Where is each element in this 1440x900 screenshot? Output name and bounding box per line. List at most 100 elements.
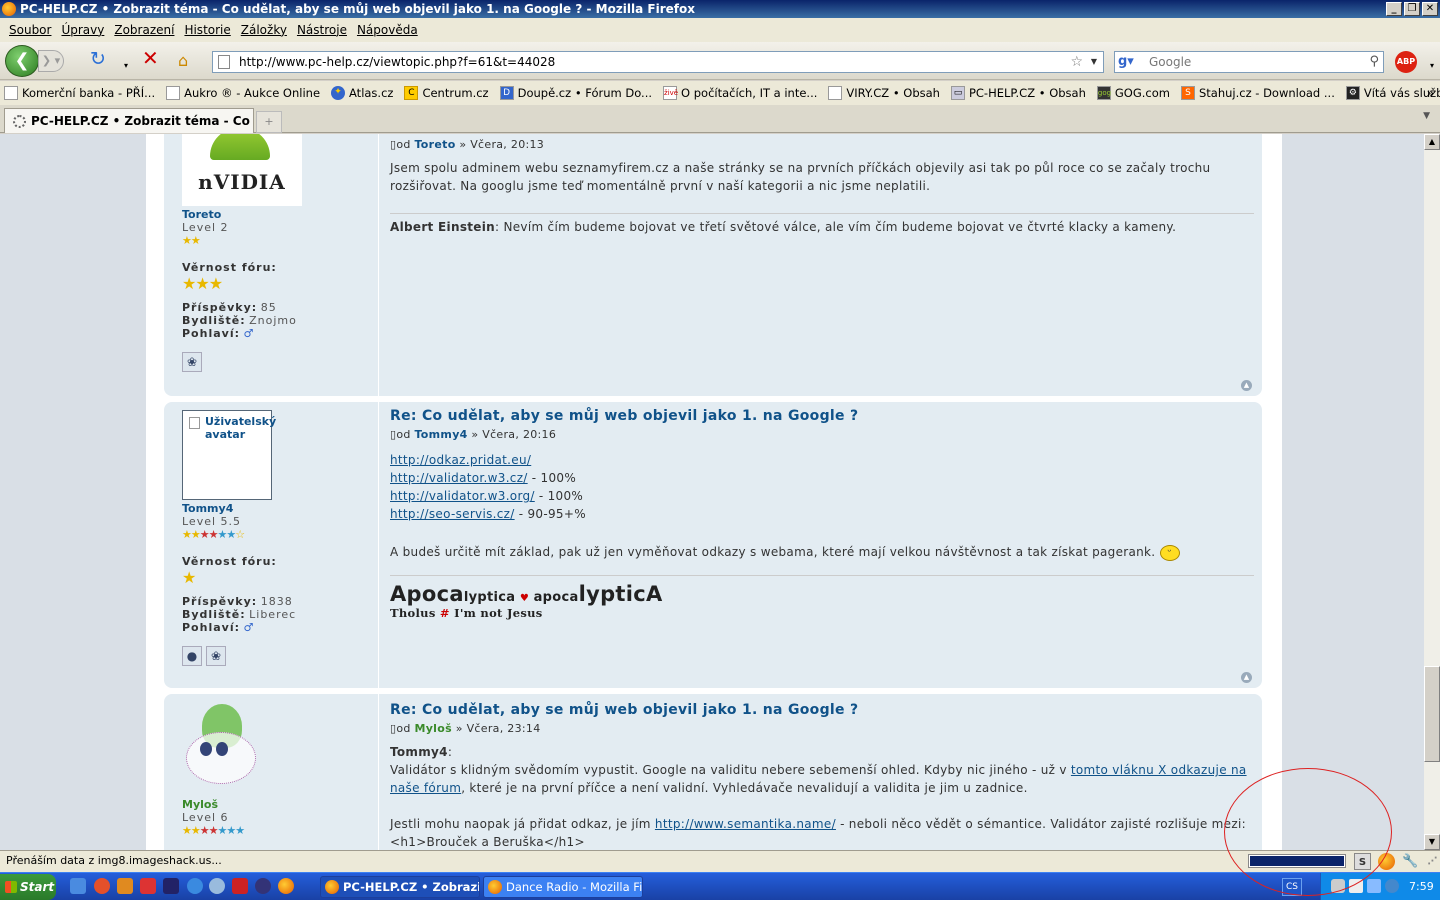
user-level: Level 5.5 xyxy=(182,515,242,528)
icq-icon[interactable]: ❀ xyxy=(206,646,226,666)
adblock-plus-button[interactable]: ABP xyxy=(1395,51,1417,73)
post-author-link[interactable]: Myloš xyxy=(414,722,452,735)
website-icon[interactable]: ● xyxy=(182,646,202,666)
maximize-button[interactable]: ❐ xyxy=(1404,2,1420,16)
google-icon[interactable]: g▾ xyxy=(1118,54,1134,70)
firefox-quicklaunch-icon[interactable] xyxy=(278,878,294,894)
internet-explorer-icon[interactable] xyxy=(187,878,203,894)
post-meta: ▯od Tommy4 » Včera, 20:16 xyxy=(390,428,557,441)
task-dance-radio[interactable]: Dance Radio - Mozilla Fir... xyxy=(483,876,643,898)
bookmark-zive[interactable]: živě O počítačích, IT a inte... xyxy=(663,86,817,100)
show-desktop-icon[interactable] xyxy=(70,878,86,894)
network-icon[interactable] xyxy=(1367,879,1381,893)
link-validator-w3-cz[interactable]: http://validator.w3.cz/ xyxy=(390,471,528,485)
back-to-top-icon[interactable]: ▲ xyxy=(1241,672,1252,683)
bookmark-atlas[interactable]: ✦ Atlas.cz xyxy=(331,86,393,100)
male-icon: ♂ xyxy=(243,621,254,634)
post-toreto: nVIDIA Toreto Level 2 ★★ Věrnost fóru: ★… xyxy=(164,134,1262,396)
menu-bar: Soubor Úpravy Zobrazení Historie Záložky… xyxy=(0,18,1440,42)
rank-stars-icon: ★★★★★★☆ xyxy=(182,528,245,541)
post-title[interactable]: Re: Co udělat, aby se můj web objevil ja… xyxy=(390,408,1254,424)
scroll-down-arrow-icon[interactable]: ▼ xyxy=(1424,834,1440,850)
firefox-icon xyxy=(2,2,16,16)
forward-button[interactable]: ❯ ▾ xyxy=(38,50,64,72)
back-button[interactable]: ❮ xyxy=(5,45,39,77)
post-author-link[interactable]: Tommy4 xyxy=(414,428,467,441)
avatar xyxy=(182,704,262,794)
menu-upravy[interactable]: Úpravy xyxy=(56,23,109,37)
minimize-button[interactable]: _ xyxy=(1386,2,1402,16)
menu-soubor[interactable]: Soubor xyxy=(4,23,56,37)
post-author-link[interactable]: Toreto xyxy=(414,138,455,151)
bookmark-gog[interactable]: gog GOG.com xyxy=(1096,86,1170,100)
link-seo-servis[interactable]: http://seo-servis.cz/ xyxy=(390,507,515,521)
bookmark-pc-help[interactable]: ▭ PC-HELP.CZ • Obsah xyxy=(950,86,1086,100)
clock[interactable]: 7:59 xyxy=(1409,873,1434,900)
menu-napoveda[interactable]: Nápověda xyxy=(352,23,423,37)
app-icon[interactable] xyxy=(255,878,271,894)
computer-icon: ▭ xyxy=(950,86,965,100)
menu-nastroje[interactable]: Nástroje xyxy=(292,23,352,37)
search-box[interactable]: g▾ Google ⚲ xyxy=(1114,51,1384,73)
bookmark-centrum[interactable]: C Centrum.cz xyxy=(404,86,489,100)
media-player-icon[interactable] xyxy=(209,878,225,894)
resize-grip-icon[interactable]: ⋰ xyxy=(1424,853,1440,870)
bookmark-star-icon[interactable]: ☆ xyxy=(1070,52,1083,72)
bookmark-viry[interactable]: VIRY.CZ • Obsah xyxy=(828,86,940,100)
link-validator-w3-org[interactable]: http://validator.w3.org/ xyxy=(390,489,535,503)
signature-banner: Apocalyptica ♥ apocalypticA xyxy=(390,582,663,606)
adblock-dropdown-icon[interactable]: ▾ xyxy=(1430,57,1434,75)
link-odkaz-pridat[interactable]: http://odkaz.pridat.eu/ xyxy=(390,453,531,467)
tray-icon[interactable] xyxy=(1385,879,1399,893)
bookmark-komercni-banka[interactable]: Komerční banka - PŘÍ... xyxy=(4,86,155,100)
acrobat-icon[interactable] xyxy=(232,878,248,894)
back-to-top-icon[interactable]: ▲ xyxy=(1241,380,1252,391)
bookmark-doupe[interactable]: D Doupě.cz • Fórum Do... xyxy=(499,86,652,100)
avatar: Uživatelský avatar xyxy=(182,410,276,500)
user-level: Level 2 xyxy=(182,221,229,234)
app-icon[interactable] xyxy=(140,878,156,894)
navigation-toolbar: ❮ ❯ ▾ ↻ ▾ ✕ ⌂ http://www.pc-help.cz/view… xyxy=(0,42,1440,80)
tab-pc-help[interactable]: PC-HELP.CZ • Zobrazit téma - Co udě... xyxy=(4,108,254,152)
menu-zobrazeni[interactable]: Zobrazení xyxy=(109,23,179,37)
signature: Albert Einstein: Nevím čím budeme bojova… xyxy=(390,213,1254,234)
url-bar[interactable]: http://www.pc-help.cz/viewtopic.php?f=61… xyxy=(212,51,1104,73)
media-icon[interactable] xyxy=(94,878,110,894)
tab-bar: PC-HELP.CZ • Zobrazit téma - Co udě... +… xyxy=(0,105,1440,152)
bookmark-aukro[interactable]: Aukro ® - Aukce Online xyxy=(166,86,320,100)
reload-icon[interactable]: ↻ xyxy=(90,50,106,69)
history-dropdown-icon[interactable]: ▾ xyxy=(124,57,128,75)
vertical-scrollbar[interactable]: ▲ ▼ xyxy=(1424,134,1440,850)
username[interactable]: Tommy4 xyxy=(182,502,372,515)
tab-list-icon[interactable]: ▼ xyxy=(1423,111,1430,121)
close-button[interactable]: ✕ xyxy=(1422,2,1438,16)
menu-historie[interactable]: Historie xyxy=(179,23,235,37)
icq-icon[interactable]: ❀ xyxy=(182,352,202,372)
nvidia-logo-icon xyxy=(210,134,270,160)
bookmarks-overflow-icon[interactable]: » xyxy=(1427,86,1434,100)
menu-zalozky[interactable]: Záložky xyxy=(236,23,292,37)
bookmark-stahuj[interactable]: S Stahuj.cz - Download ... xyxy=(1180,86,1335,100)
link-semantika[interactable]: http://www.semantika.name/ xyxy=(655,817,836,831)
new-tab-button[interactable]: + xyxy=(256,111,282,133)
tools-icon[interactable]: 🔧 xyxy=(1402,853,1419,870)
post-divider xyxy=(378,402,379,688)
home-icon[interactable]: ⌂ xyxy=(178,52,188,70)
username[interactable]: Toreto xyxy=(182,208,372,221)
signature: Apocalyptica ♥ apocalypticA Tholus # I'm… xyxy=(390,575,1254,620)
url-dropdown-icon[interactable]: ▼ xyxy=(1091,52,1097,72)
scroll-up-arrow-icon[interactable]: ▲ xyxy=(1424,134,1440,150)
loyalty-stars-icon: ★★★ xyxy=(182,274,223,293)
scrollbar-thumb[interactable] xyxy=(1424,666,1440,762)
save-icon[interactable] xyxy=(163,878,179,894)
post-title[interactable]: Re: Co udělat, aby se můj web objevil ja… xyxy=(390,702,1254,718)
username[interactable]: Myloš xyxy=(182,798,372,811)
post-text: Jsem spolu adminem webu seznamyfirem.cz … xyxy=(390,161,1211,193)
folder-icon[interactable] xyxy=(117,878,133,894)
forum-wrapper: nVIDIA Toreto Level 2 ★★ Věrnost fóru: ★… xyxy=(146,134,1282,850)
start-button[interactable]: Start xyxy=(0,874,56,900)
stop-icon[interactable]: ✕ xyxy=(142,48,159,68)
search-icon[interactable]: ⚲ xyxy=(1369,52,1379,72)
task-pc-help[interactable]: PC-HELP.CZ • Zobrazit... xyxy=(320,876,480,898)
status-bar: Přenáším data z img8.imageshack.us... S … xyxy=(0,850,1440,872)
